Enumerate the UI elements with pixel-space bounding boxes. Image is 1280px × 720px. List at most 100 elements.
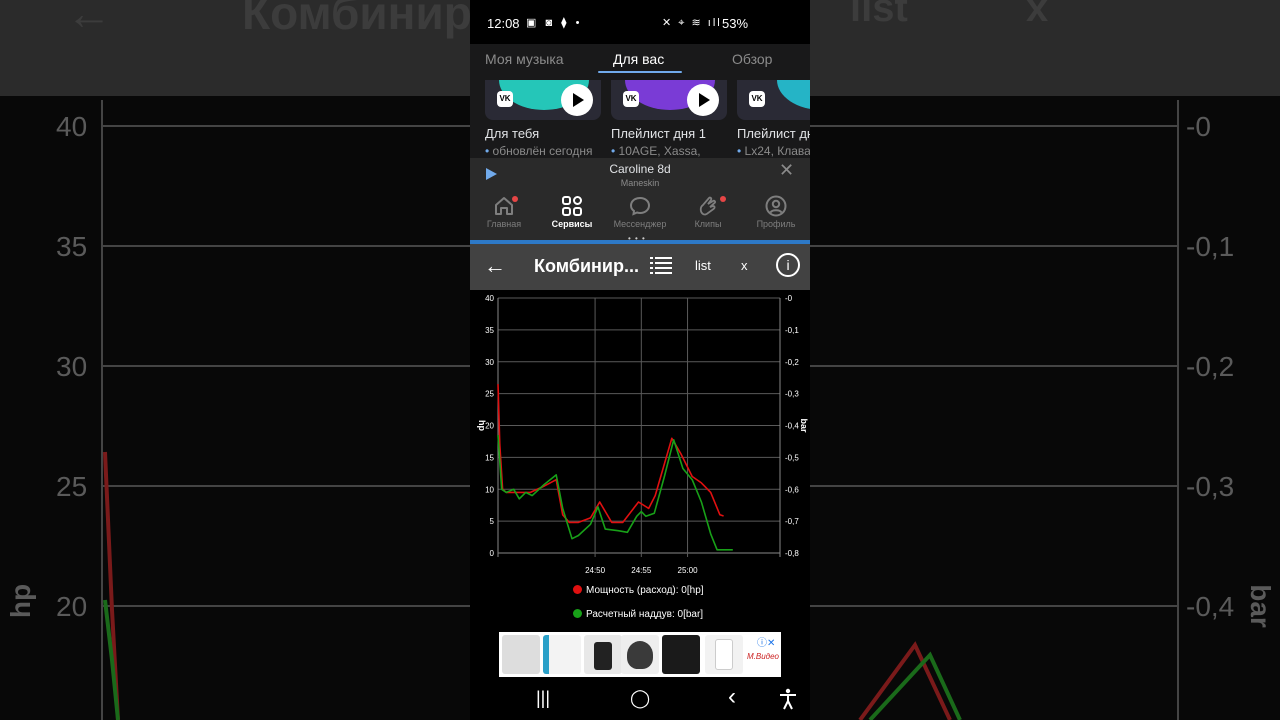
x-tick-label: 25:00 bbox=[678, 566, 699, 575]
tab-my-music[interactable]: Моя музыка bbox=[485, 51, 564, 67]
vk-logo-icon: VK bbox=[497, 91, 513, 107]
legend-item-boost: Расчетный наддув: 0[bar] bbox=[573, 609, 703, 620]
left-tick-label: 5 bbox=[490, 517, 495, 526]
nav-item-profile[interactable]: Профиль bbox=[742, 194, 810, 229]
x-tick-label: 24:50 bbox=[585, 566, 606, 575]
phone-screen: 12:08 ▣ ◙ ⧫ • ✕ ⌖ ≋ ıll 53% Моя музыка Д… bbox=[470, 0, 810, 720]
notification-dot bbox=[720, 196, 726, 202]
status-bar: 12:08 ▣ ◙ ⧫ • ✕ ⌖ ≋ ıll 53% bbox=[470, 0, 810, 44]
legend-item-power: Мощность (расход): 0[hp] bbox=[573, 585, 704, 596]
music-tabs: Моя музыка Для вас Обзор bbox=[470, 44, 810, 80]
playlist-subtitle: • 10AGE, Xassa, bbox=[611, 144, 701, 158]
clips-icon bbox=[699, 196, 717, 216]
playlist-title: Плейлист дн bbox=[737, 126, 810, 141]
tab-overview[interactable]: Обзор bbox=[732, 51, 772, 67]
right-tick-label: -0,7 bbox=[785, 517, 799, 526]
battery-level: 53% bbox=[722, 16, 749, 31]
nav-item-messenger[interactable]: Мессенджер bbox=[606, 194, 674, 229]
ad-product-image bbox=[543, 635, 581, 674]
active-tab-indicator bbox=[598, 71, 682, 73]
left-tick-label: 10 bbox=[485, 485, 494, 494]
services-icon bbox=[562, 196, 582, 216]
app-toolbar: ← Комбинир... list x i bbox=[470, 244, 810, 290]
nav-item-clips[interactable]: Клипы bbox=[674, 194, 742, 229]
back-arrow-icon[interactable]: ← bbox=[484, 253, 506, 279]
playlist-subtitle-text: 10AGE, Xassa, bbox=[618, 144, 701, 158]
ad-product-image bbox=[502, 635, 540, 674]
playlist-subtitle: • обновлён сегодня bbox=[485, 144, 593, 158]
combined-chart[interactable]: 0 5 10 15 20 25 30 35 40 -0,8 -0,7 -0,6 -0,5 -0,4 -0,3… bbox=[470, 290, 810, 630]
x-tick-label: 24:55 bbox=[631, 566, 652, 575]
playlist-subtitle-text: обновлён сегодня bbox=[492, 144, 593, 158]
close-icon[interactable]: ✕ bbox=[779, 160, 794, 181]
chart-svg: 0510152025303540-0,8-0,7-0,6-0,5-0,4-0,3… bbox=[477, 294, 809, 575]
page-title: Комбинир... bbox=[534, 256, 639, 276]
nav-label: Сервисы bbox=[551, 219, 593, 229]
playlist-card[interactable]: VK Плейлист дня 1 • 10AGE, Xassa, bbox=[611, 80, 727, 158]
messenger-icon bbox=[629, 196, 651, 216]
play-button[interactable] bbox=[561, 84, 593, 116]
legend-label: Расчетный наддув: 0[bar] bbox=[586, 609, 704, 620]
list-button[interactable]: list bbox=[695, 258, 711, 273]
right-axis-label: bar bbox=[799, 418, 809, 433]
right-tick-label: -0,3 bbox=[785, 390, 799, 399]
nav-label: Профиль bbox=[756, 219, 796, 229]
ad-product-image bbox=[584, 635, 622, 674]
playlist-cover: VK bbox=[485, 80, 601, 120]
playlist-cover: VK bbox=[611, 80, 727, 120]
ad-product-image bbox=[705, 635, 743, 674]
playlist-subtitle: • Lx24, Клава bbox=[737, 144, 810, 158]
playlist-card[interactable]: VK Для тебя • обновлён сегодня bbox=[485, 80, 601, 158]
left-tick-label: 30 bbox=[485, 358, 494, 367]
system-navigation-bar: ||| ◯ ‹ bbox=[470, 680, 810, 720]
notification-dot bbox=[512, 196, 518, 202]
playlist-card[interactable]: VK Плейлист дн • Lx24, Клава bbox=[737, 80, 810, 158]
accessibility-icon[interactable] bbox=[779, 688, 797, 710]
nav-label: Мессенджер bbox=[613, 219, 667, 229]
tab-for-you[interactable]: Для вас bbox=[613, 51, 664, 67]
right-tick-label: -0,6 bbox=[785, 485, 799, 494]
profile-icon bbox=[765, 195, 787, 217]
cover-glow bbox=[777, 80, 810, 110]
left-axis-label: hp bbox=[477, 420, 487, 431]
nav-item-home[interactable]: Главная bbox=[470, 194, 538, 229]
recents-button[interactable]: ||| bbox=[536, 688, 550, 709]
x-button[interactable]: x bbox=[741, 258, 748, 273]
playlist-subtitle-text: Lx24, Клава bbox=[744, 144, 810, 158]
ad-info-icon[interactable]: ⓘ✕ bbox=[757, 634, 775, 649]
legend-swatch bbox=[573, 609, 582, 618]
info-icon[interactable]: i bbox=[776, 253, 800, 277]
ad-brand: М.Видео bbox=[747, 652, 779, 661]
right-tick-label: -0,4 bbox=[785, 422, 799, 431]
playlist-title: Для тебя bbox=[485, 126, 540, 141]
right-tick-label: -0,5 bbox=[785, 453, 799, 462]
playlist-cover: VK bbox=[737, 80, 810, 120]
list-view-icon[interactable] bbox=[650, 256, 672, 274]
mini-player[interactable]: Caroline 8d Maneskin ✕ bbox=[470, 158, 810, 190]
vk-logo-icon: VK bbox=[749, 91, 765, 107]
right-tick-label: -0 bbox=[785, 294, 793, 303]
back-button[interactable]: ‹ bbox=[728, 683, 736, 711]
left-tick-label: 40 bbox=[485, 294, 494, 303]
play-button[interactable] bbox=[687, 84, 719, 116]
nav-label: Клипы bbox=[694, 219, 722, 229]
nav-label: Главная bbox=[486, 219, 522, 229]
legend-swatch bbox=[573, 585, 582, 594]
playlist-title: Плейлист дня 1 bbox=[611, 126, 706, 141]
vk-logo-icon: VK bbox=[623, 91, 639, 107]
track-artist: Maneskin bbox=[620, 178, 660, 188]
signal-icons: ✕ ⌖ ≋ ıll bbox=[662, 17, 722, 29]
right-tick-label: -0,2 bbox=[785, 358, 799, 367]
ad-banner[interactable]: М.Видео ⓘ✕ bbox=[499, 632, 781, 677]
left-tick-label: 25 bbox=[485, 390, 494, 399]
home-button[interactable]: ◯ bbox=[630, 688, 650, 709]
vk-app: Моя музыка Для вас Обзор VK Для тебя • о… bbox=[470, 44, 810, 243]
bottom-navigation: Главная Сервисы Мессенджер Клипы Профиль… bbox=[470, 190, 810, 243]
power-series-line bbox=[497, 384, 724, 524]
left-tick-label: 0 bbox=[490, 549, 495, 558]
boost-series-line bbox=[497, 435, 733, 551]
track-title: Caroline 8d bbox=[609, 162, 671, 176]
legend-label: Мощность (расход): 0[hp] bbox=[586, 585, 704, 596]
screen: ← Комбинир list x 40 35 30 25 20 -0 -0,1… bbox=[0, 0, 1280, 720]
nav-item-services[interactable]: Сервисы bbox=[538, 194, 606, 229]
